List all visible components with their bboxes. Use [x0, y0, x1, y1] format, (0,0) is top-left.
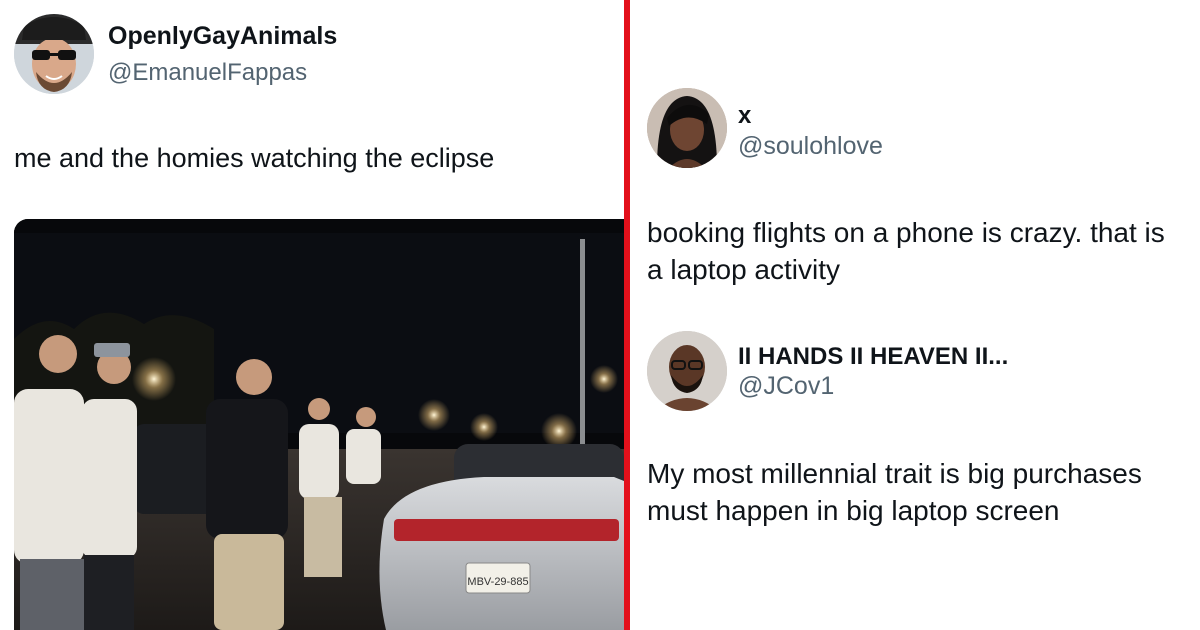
license-plate: MBV-29-885	[467, 576, 528, 588]
user-handle[interactable]: @soulohlove	[738, 132, 883, 161]
user-handle[interactable]: @JCov1	[738, 372, 834, 401]
tweet-text: me and the homies watching the eclipse	[14, 143, 495, 173]
avatar[interactable]	[647, 331, 727, 411]
avatar[interactable]	[647, 88, 727, 168]
display-name[interactable]: OpenlyGayAnimals	[108, 22, 337, 51]
user-avatar-icon	[647, 331, 727, 411]
tweet-text: booking flights on a phone is crazy. tha…	[647, 217, 1165, 285]
display-name[interactable]: x	[738, 102, 751, 130]
night-parking-lot-photo: MBV-29-885	[14, 219, 624, 630]
avatar[interactable]	[14, 14, 94, 94]
display-name[interactable]: II HANDS II HEAVEN II...	[738, 343, 1008, 371]
left-tweet-card: OpenlyGayAnimals @EmanuelFappas me and t…	[0, 0, 624, 630]
user-avatar-icon	[647, 88, 727, 168]
tweet-photo[interactable]: MBV-29-885	[14, 219, 624, 630]
tweet-text: My most millennial trait is big purchase…	[647, 458, 1142, 526]
user-avatar-icon	[14, 14, 94, 94]
right-tweet-thread: x @soulohlove booking flights on a phone…	[630, 0, 1200, 630]
user-handle[interactable]: @EmanuelFappas	[108, 59, 307, 87]
